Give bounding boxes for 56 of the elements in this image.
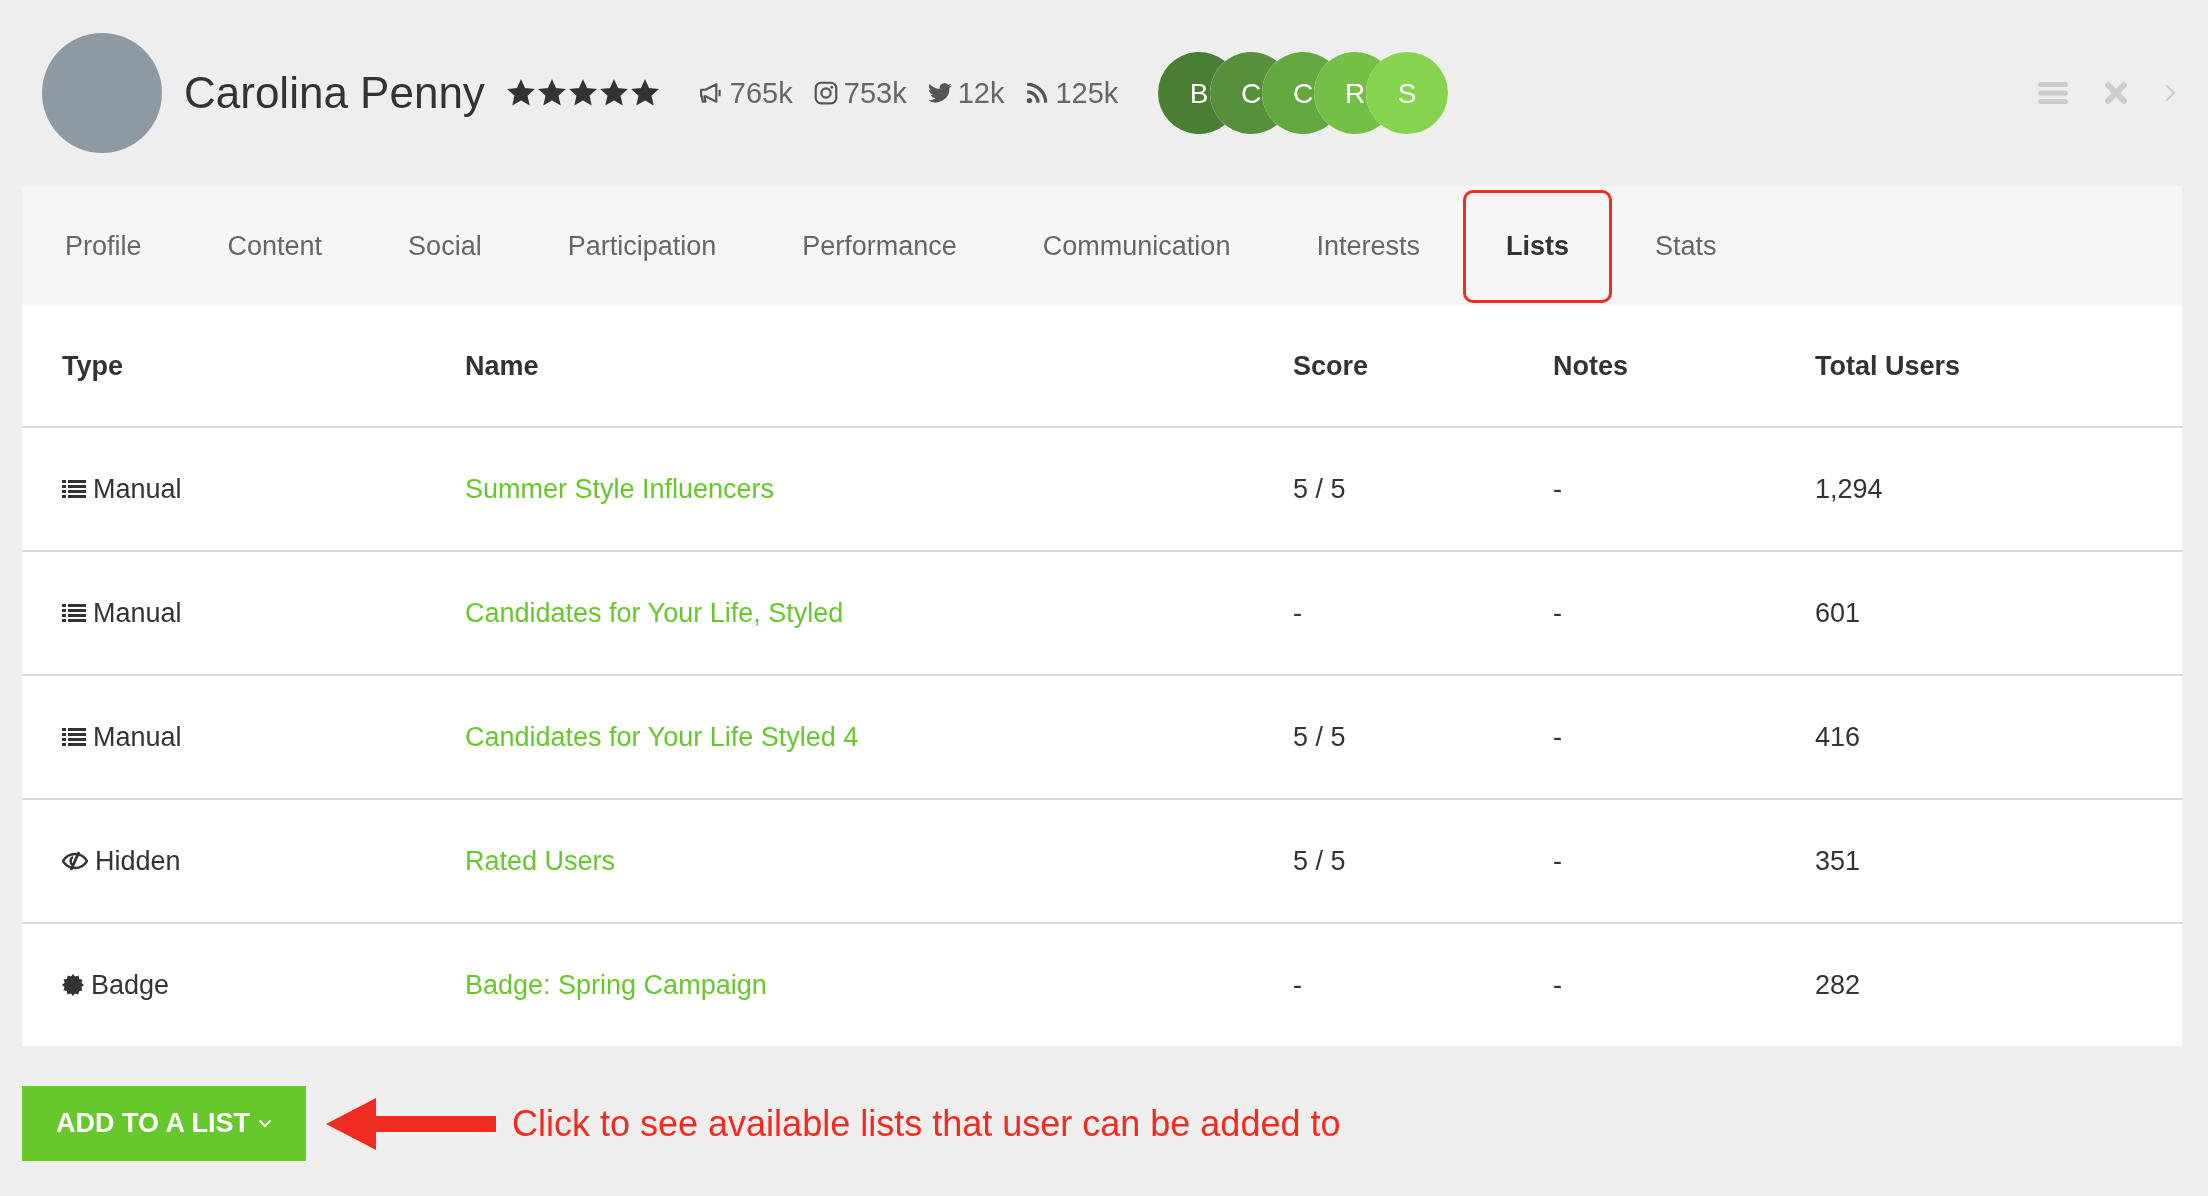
menu-icon[interactable]: [2038, 82, 2068, 104]
score-cell-text: 5 / 5: [1293, 845, 1347, 877]
badge-icon: [62, 974, 84, 996]
notes-cell-text: -: [1553, 845, 1563, 877]
list-icon: [62, 728, 86, 746]
list-type: Manual: [93, 721, 182, 753]
close-icon[interactable]: [2104, 81, 2128, 105]
total-users-cell-text: 282: [1815, 969, 1862, 1001]
instagram-icon: [812, 80, 839, 106]
follower-count: 12k: [957, 76, 1005, 110]
star-icon: [568, 79, 597, 107]
eye-slash-icon: [62, 851, 88, 871]
list-icon: [62, 604, 86, 622]
notes-cell-text: -: [1553, 721, 1563, 753]
list-icon: [62, 480, 86, 498]
tab[interactable]: Participation: [524, 189, 760, 303]
tab[interactable]: Interests: [1273, 189, 1463, 303]
total-users-cell-text: 601: [1815, 597, 1862, 629]
score-cell-text: -: [1293, 969, 1303, 1001]
score-cell-text: 5 / 5: [1293, 721, 1347, 753]
profile-name: Carolina Penny: [184, 68, 485, 118]
list-type: Hidden: [95, 845, 181, 877]
total-users-cell-text: 351: [1815, 845, 1862, 877]
notes-cell-text: -: [1553, 969, 1563, 1001]
column-header: Total Users: [1815, 350, 1962, 382]
notes-cell-text: -: [1553, 473, 1563, 505]
annotation-text: Click to see available lists that user can be added to: [512, 1102, 1341, 1145]
follower-count: 125k: [1055, 76, 1119, 110]
follower-count: 765k: [729, 76, 793, 110]
column-header: Type: [62, 350, 124, 382]
tab[interactable]: Stats: [1612, 189, 1760, 303]
list-type: Manual: [93, 597, 182, 629]
star-icon: [506, 79, 535, 107]
tab[interactable]: Social: [365, 189, 525, 303]
chevron-down-icon: [258, 1119, 272, 1128]
score-cell-text: 5 / 5: [1293, 473, 1347, 505]
star-icon: [599, 79, 628, 107]
column-header: Name: [465, 350, 540, 382]
score-cell-text: -: [1293, 597, 1303, 629]
tab[interactable]: Content: [184, 189, 366, 303]
star-icon: [537, 79, 566, 107]
total-users-cell-text: 1,294: [1815, 473, 1884, 505]
tab[interactable]: Profile: [62, 189, 185, 303]
column-header: Notes: [1553, 350, 1629, 382]
tab[interactable]: Lists: [1462, 189, 1612, 303]
tab[interactable]: Communication: [999, 189, 1274, 303]
total-users-cell-text: 416: [1815, 721, 1862, 753]
list-type: Manual: [93, 473, 182, 505]
chevron-right-icon[interactable]: [2164, 83, 2176, 103]
bird-icon: [926, 80, 953, 106]
follower-count: 753k: [843, 76, 907, 110]
list-type: Badge: [91, 969, 170, 1001]
star-icon: [630, 79, 659, 107]
column-header: Score: [1293, 350, 1370, 382]
tab[interactable]: Performance: [759, 189, 1000, 303]
notes-cell-text: -: [1553, 597, 1563, 629]
